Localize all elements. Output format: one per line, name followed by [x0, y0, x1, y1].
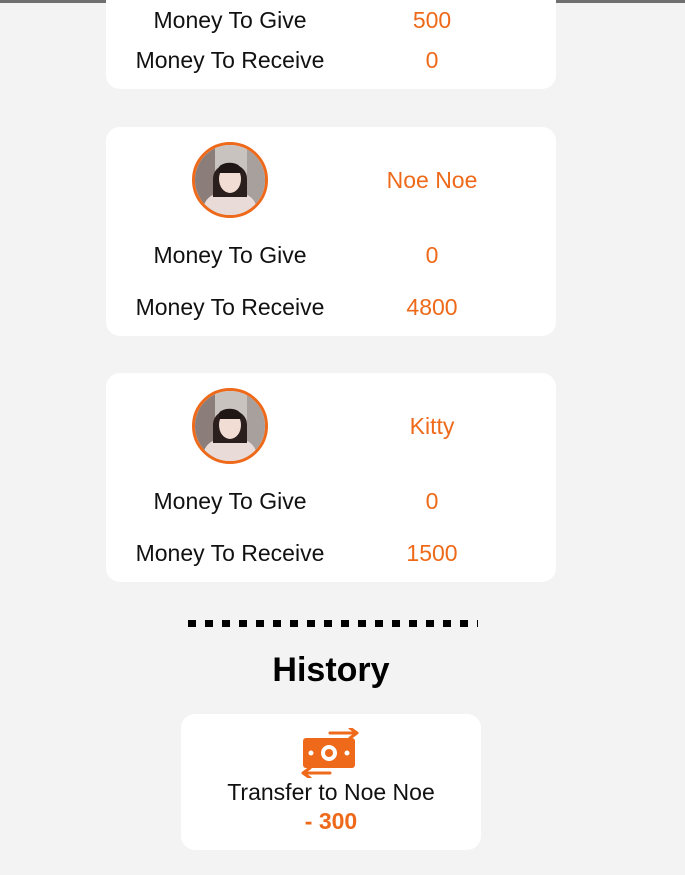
money-to-receive-row: Money To Receive 4800: [106, 292, 556, 322]
money-to-give-row: Money To Give 0: [106, 240, 556, 270]
money-transfer-icon: [300, 726, 360, 780]
money-to-give-label: Money To Give: [153, 488, 307, 514]
money-to-receive-row: Money To Receive 1500: [106, 538, 556, 568]
money-to-receive-value: 4800: [406, 294, 458, 320]
history-amount: - 300: [304, 808, 358, 834]
history-item[interactable]: Transfer to Noe Noe - 300: [181, 714, 481, 850]
money-to-give-row: Money To Give 0: [106, 486, 556, 516]
money-to-give-value: 500: [412, 7, 452, 33]
dotted-divider: [188, 620, 478, 627]
money-to-give-row: Money To Give 500: [106, 5, 556, 35]
contact-name[interactable]: Noe Noe: [352, 165, 512, 195]
contact-card[interactable]: Kitty Money To Give 0 Money To Receive 1…: [106, 373, 556, 582]
money-to-receive-value: 1500: [406, 540, 458, 566]
money-to-receive-label: Money To Receive: [135, 47, 325, 73]
money-to-give-value: 0: [425, 242, 439, 268]
avatar[interactable]: [192, 388, 268, 464]
avatar-photo: [195, 391, 265, 461]
money-to-give-value: 0: [425, 488, 439, 514]
money-to-receive-label: Money To Receive: [135, 294, 325, 320]
money-to-give-label: Money To Give: [153, 7, 307, 33]
money-to-receive-label: Money To Receive: [135, 540, 325, 566]
contact-name[interactable]: Kitty: [352, 411, 512, 441]
history-description: Transfer to Noe Noe: [227, 779, 435, 805]
avatar-photo: [195, 145, 265, 215]
avatar[interactable]: [192, 142, 268, 218]
money-to-give-label: Money To Give: [153, 242, 307, 268]
money-to-receive-value: 0: [425, 47, 439, 73]
contact-card[interactable]: Noe Noe Money To Give 0 Money To Receive…: [106, 127, 556, 336]
contact-card[interactable]: Money To Give 500 Money To Receive 0: [106, 0, 556, 89]
money-to-receive-row: Money To Receive 0: [106, 45, 556, 75]
history-heading: History: [272, 651, 390, 689]
